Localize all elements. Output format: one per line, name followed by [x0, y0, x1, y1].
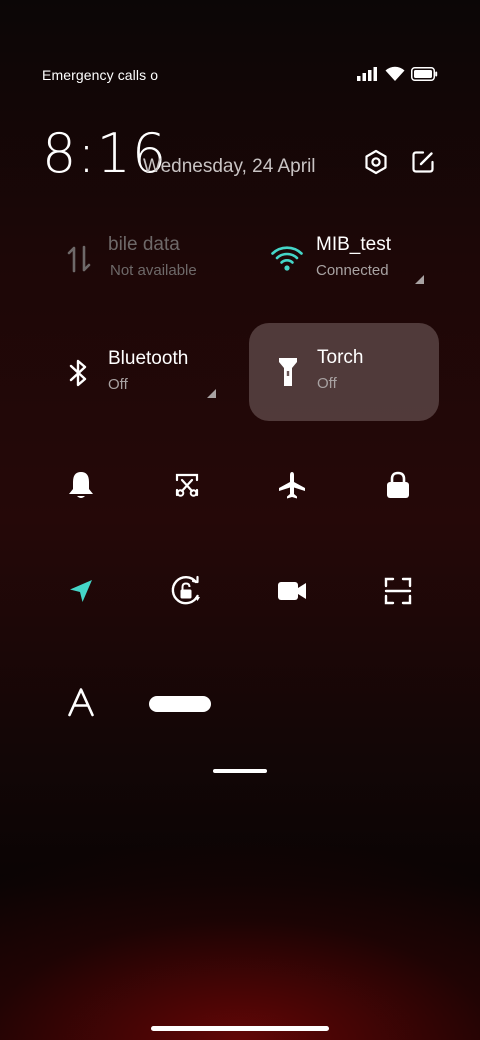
toggle-font-size[interactable] — [56, 679, 106, 729]
mobile-data-icon — [62, 242, 96, 276]
scanner-icon — [384, 577, 412, 610]
tile-bluetooth-expand-icon[interactable] — [207, 389, 216, 398]
airplane-icon — [277, 470, 307, 505]
wifi-icon — [385, 66, 405, 86]
screenshot-icon — [173, 471, 201, 504]
signal-icon — [357, 66, 379, 86]
toggle-auto-rotate[interactable] — [162, 568, 212, 618]
tile-bluetooth-name: Bluetooth — [108, 348, 189, 369]
tile-mobile-data-name: bile data — [108, 234, 180, 255]
toggle-airplane[interactable] — [267, 462, 317, 512]
toggle-ringer[interactable] — [56, 462, 106, 512]
bell-icon — [67, 470, 95, 505]
tile-bluetooth[interactable]: Bluetooth Off — [40, 324, 230, 422]
tile-bluetooth-status: Off — [108, 376, 128, 393]
tile-torch-status: Off — [317, 375, 337, 392]
tile-mobile-data-status: Not available — [110, 262, 197, 279]
date-label: Wednesday, 24 April — [143, 156, 316, 177]
tile-wifi[interactable]: MIB_test Connected — [248, 210, 438, 308]
tile-torch-name: Torch — [317, 347, 364, 368]
wifi-icon — [270, 242, 304, 276]
lock-icon — [385, 470, 411, 505]
tile-wifi-status: Connected — [316, 262, 389, 279]
tile-torch[interactable]: Torch Off — [249, 323, 439, 421]
toggle-lock-screen[interactable] — [373, 462, 423, 512]
tile-wifi-name: MIB_test — [316, 234, 391, 255]
home-indicator-bar[interactable] — [151, 1026, 329, 1031]
toggle-location[interactable] — [56, 568, 106, 618]
auto-rotate-icon — [169, 573, 205, 614]
edit-button[interactable] — [408, 149, 438, 179]
settings-button[interactable] — [361, 149, 391, 179]
toggle-screen-recorder[interactable] — [267, 568, 317, 618]
battery-icon — [411, 66, 438, 86]
status-icons — [357, 66, 438, 86]
torch-icon — [271, 355, 305, 389]
location-icon — [67, 577, 95, 610]
brightness-slider[interactable] — [149, 696, 211, 712]
tile-wifi-expand-icon[interactable] — [415, 275, 424, 284]
bluetooth-icon — [62, 356, 96, 390]
video-icon — [277, 580, 307, 607]
tile-mobile-data[interactable]: bile data Not available — [40, 210, 230, 308]
toggle-scanner[interactable] — [373, 568, 423, 618]
settings-icon — [363, 149, 389, 180]
edit-icon — [410, 149, 436, 180]
font-size-icon — [67, 687, 95, 722]
toggle-screenshot[interactable] — [162, 462, 212, 512]
status-bar-carrier-text: Emergency calls o — [42, 67, 159, 83]
panel-drag-handle[interactable] — [213, 769, 267, 773]
